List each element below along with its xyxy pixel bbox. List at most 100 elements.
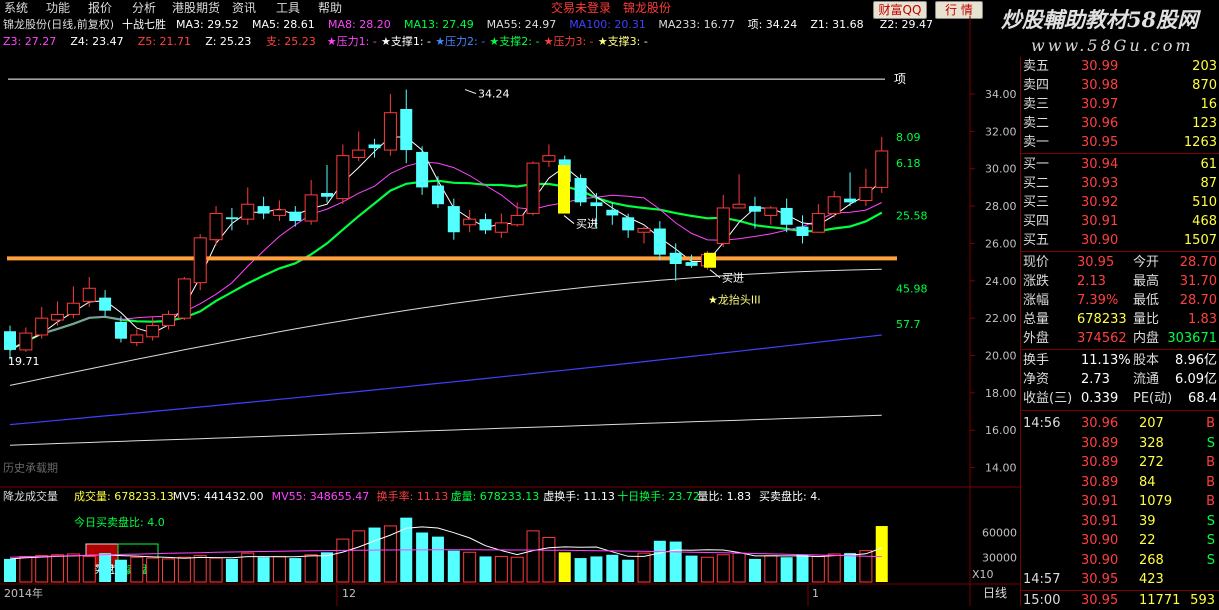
stat-value: 31.70 bbox=[1179, 274, 1217, 289]
stat-value: 28.70 bbox=[1179, 293, 1217, 308]
level-label: 57.7 bbox=[896, 318, 921, 331]
volume-bar bbox=[574, 558, 587, 582]
volume-indicator-label: MV5: 441432.00 bbox=[173, 490, 264, 503]
candle-body bbox=[304, 194, 318, 222]
candle-body bbox=[622, 217, 635, 231]
bid-price: 30.91 bbox=[1081, 214, 1119, 229]
ask-label: 卖二 bbox=[1023, 116, 1050, 131]
candle-body bbox=[99, 297, 112, 311]
candle-body bbox=[764, 207, 778, 216]
stat-label: 涨幅 bbox=[1023, 293, 1050, 308]
volume-tick-label: 60000 bbox=[982, 527, 1017, 540]
bid-volume: 468 bbox=[1192, 214, 1217, 229]
x-label: 1 bbox=[812, 587, 819, 600]
candle-body bbox=[606, 209, 619, 216]
volume-bar bbox=[716, 554, 730, 583]
kline-chart[interactable]: 锦龙股份(日线,前复权) 十战七胜 MA3: 29.52 MA5: 28.61 MA8:… bbox=[0, 16, 1020, 606]
candle-body bbox=[130, 334, 144, 343]
level-label: 8.09 bbox=[896, 131, 921, 144]
candle-body bbox=[35, 317, 49, 336]
stat-value: 30.95 bbox=[1077, 255, 1115, 270]
tick-side: S bbox=[1206, 513, 1215, 529]
tick-price: 30.96 bbox=[1081, 416, 1119, 431]
tick-volume: 39 bbox=[1139, 513, 1156, 529]
volume-bar bbox=[241, 552, 255, 583]
ask-row: 卖二 30.96 123 bbox=[1021, 114, 1219, 133]
y-tick-label: 34.00 bbox=[985, 88, 1017, 101]
y-tick-label: 26.00 bbox=[985, 237, 1017, 250]
candle-body bbox=[352, 149, 366, 159]
tick-row: 30.89 84 B bbox=[1021, 473, 1219, 492]
ask-label: 卖四 bbox=[1023, 78, 1050, 93]
volume-bar bbox=[748, 558, 761, 582]
tick-side: B bbox=[1206, 474, 1215, 490]
volume-bar bbox=[336, 538, 350, 583]
buy-signal-bar bbox=[704, 252, 716, 268]
volume-bar bbox=[558, 552, 571, 582]
bid-label: 买五 bbox=[1023, 233, 1050, 248]
volume-bar bbox=[827, 553, 841, 583]
x-label: 12 bbox=[342, 587, 356, 600]
candle-body bbox=[463, 218, 477, 226]
candle-body bbox=[336, 155, 350, 200]
candle-body bbox=[526, 162, 540, 215]
candle-body bbox=[669, 252, 682, 264]
ma55-line bbox=[9, 268, 882, 386]
ask-price: 30.97 bbox=[1081, 97, 1119, 112]
indicator-label: Z4: 23.47 bbox=[70, 35, 123, 48]
tick-price: 30.90 bbox=[1081, 552, 1119, 568]
menu-function[interactable]: 功能 bbox=[46, 0, 70, 16]
tick-price: 30.89 bbox=[1081, 474, 1119, 490]
stat-value: 1.83 bbox=[1188, 312, 1217, 327]
ask-price: 30.95 bbox=[1081, 135, 1119, 150]
buy-signal-label: 买进 bbox=[722, 272, 744, 285]
tick-time: 14:57 bbox=[1023, 572, 1061, 587]
candle-body bbox=[114, 321, 127, 339]
support-band bbox=[7, 256, 897, 261]
candle-body bbox=[479, 219, 492, 231]
menu-hk-futures[interactable]: 港股期货 bbox=[172, 0, 220, 16]
bid-row: 买三 30.92 510 bbox=[1021, 193, 1219, 212]
menu-analysis[interactable]: 分析 bbox=[132, 0, 156, 16]
stat-label: 现价 bbox=[1023, 255, 1050, 270]
volume-bar bbox=[321, 552, 333, 582]
stat-row: 净资 2.73 流通 6.09亿 bbox=[1021, 370, 1219, 389]
tick-volume: 207 bbox=[1139, 416, 1164, 431]
y-tick-label: 16.00 bbox=[985, 424, 1017, 437]
stat-label: 流通 bbox=[1133, 372, 1160, 387]
candle-body bbox=[447, 206, 460, 233]
menu-system[interactable]: 系统 bbox=[4, 0, 28, 16]
candle-body bbox=[272, 209, 286, 216]
menu-news[interactable]: 资讯 bbox=[232, 0, 256, 16]
chart-title: 锦龙股份(日线,前复权) bbox=[3, 17, 114, 31]
tick-row: 30.91 39 S bbox=[1021, 512, 1219, 531]
indicator-label: ★支撑1: - bbox=[381, 34, 431, 48]
volume-bar bbox=[225, 558, 238, 582]
volume-bar bbox=[304, 554, 318, 583]
volume-bar bbox=[289, 558, 302, 582]
period-label: 日线 bbox=[983, 586, 1007, 600]
tick-price: 30.89 bbox=[1081, 435, 1119, 451]
menu-quote[interactable]: 报价 bbox=[88, 0, 112, 16]
ask-row: 卖五 30.99 203 bbox=[1021, 57, 1219, 76]
stat-value: 11.13% bbox=[1081, 353, 1131, 368]
bid-label: 买四 bbox=[1023, 214, 1050, 229]
tick-side: B bbox=[1206, 455, 1215, 470]
volume-indicator-label: 虚换手: 11.13 bbox=[543, 489, 615, 503]
candle-body bbox=[162, 313, 175, 327]
x-label: 2014年 bbox=[4, 586, 43, 600]
tick-volume: 423 bbox=[1139, 572, 1164, 587]
indicator-name: 十战七胜 bbox=[122, 17, 166, 31]
ask-price: 30.98 bbox=[1081, 78, 1119, 93]
candle-body bbox=[685, 262, 698, 266]
menu-tools[interactable]: 工具 bbox=[276, 0, 300, 16]
bid-price: 30.93 bbox=[1081, 176, 1119, 191]
indicator-label: Z5: 21.71 bbox=[138, 35, 191, 48]
tick-row: 30.90 268 S bbox=[1021, 551, 1219, 570]
bid-row: 买二 30.93 87 bbox=[1021, 174, 1219, 193]
menu-help[interactable]: 帮助 bbox=[318, 0, 342, 16]
candle-body bbox=[82, 287, 96, 302]
quote-panel: 卖五 30.99 203 卖四 30.98 870 卖三 30.97 16 卖二 30.96 123 卖… bbox=[1020, 57, 1219, 608]
indicator-label: ★压力3: - bbox=[544, 35, 594, 48]
stat-label: 股本 bbox=[1133, 353, 1160, 368]
